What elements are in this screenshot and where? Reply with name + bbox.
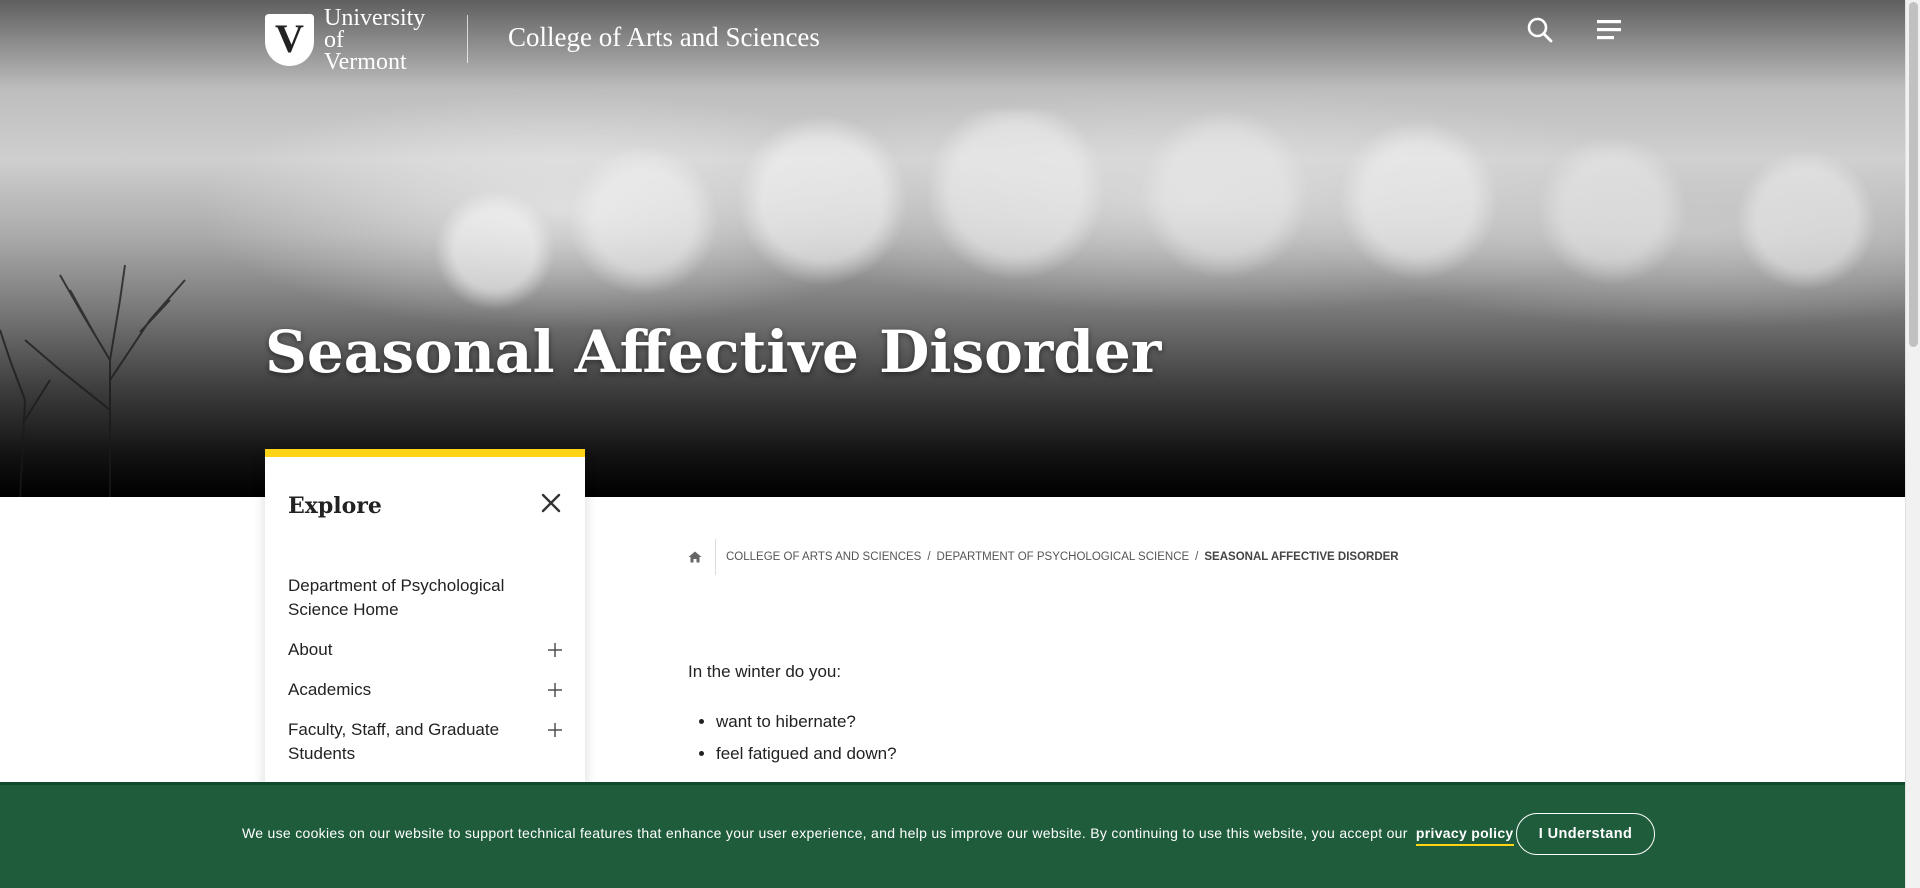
breadcrumb: COLLEGE OF ARTS AND SCIENCES / DEPARTMEN… [688, 538, 1399, 576]
explore-title: Explore [288, 493, 382, 519]
sidebar-item-label: About [288, 640, 333, 659]
scrollbar-thumb[interactable] [1909, 2, 1918, 347]
logo-letter: V [275, 16, 304, 61]
cookie-banner: We use cookies on our website to support… [0, 782, 1905, 888]
logo-wordmark: University of Vermont [323, 5, 430, 75]
site-header: V University of Vermont College of Arts … [0, 0, 1905, 74]
sidebar-item-about[interactable]: About [265, 638, 585, 662]
plus-icon[interactable] [547, 642, 563, 658]
header-divider [467, 15, 468, 63]
breadcrumb-item-current: SEASONAL AFFECTIVE DISORDER [1204, 551, 1399, 563]
sidebar-item-faculty-staff[interactable]: Faculty, Staff, and Graduate Students [265, 718, 585, 766]
list-item: want to hibernate? [716, 710, 897, 734]
breadcrumb-separator: / [927, 551, 931, 563]
plus-icon[interactable] [547, 722, 563, 738]
explore-close-button[interactable] [540, 492, 566, 518]
intro-text: In the winter do you: [688, 662, 842, 681]
sidebar-item-label: Faculty, Staff, and Graduate Students [288, 720, 500, 763]
sidebar-item-label: Department of Psychological Science Home [288, 576, 505, 619]
search-icon [1527, 17, 1553, 43]
menu-icon [1597, 20, 1621, 40]
plus-icon[interactable] [547, 682, 563, 698]
logo-shield-icon: V [265, 14, 314, 66]
bare-tree-graphic [0, 264, 186, 497]
logo-line-1: University [323, 5, 426, 31]
home-icon [688, 551, 702, 563]
logo-line-2: of Vermont [323, 27, 407, 75]
breadcrumb-home-link[interactable] [688, 539, 716, 575]
close-icon [541, 493, 561, 513]
menu-button[interactable] [1591, 12, 1627, 48]
symptom-list: want to hibernate? feel fatigued and dow… [688, 710, 897, 766]
breadcrumb-item-college[interactable]: COLLEGE OF ARTS AND SCIENCES [726, 551, 921, 563]
main-content: In the winter do you: want to hibernate?… [688, 660, 897, 774]
uvm-logo[interactable]: V University of Vermont [265, 6, 430, 74]
cookie-accept-button[interactable]: I Understand [1516, 813, 1655, 855]
search-button[interactable] [1522, 12, 1558, 48]
cookie-notice: We use cookies on our website to support… [242, 825, 1514, 846]
privacy-policy-link[interactable]: privacy policy [1415, 825, 1514, 846]
breadcrumb-separator: / [1195, 551, 1199, 563]
sidebar-item-label: Academics [288, 680, 372, 699]
hero-banner [0, 0, 1905, 497]
list-item: feel fatigued and down? [716, 742, 897, 766]
explore-nav-list: Department of Psychological Science Home… [265, 574, 585, 782]
cookie-notice-text: We use cookies on our website to support… [242, 825, 1408, 841]
breadcrumb-item-department[interactable]: DEPARTMENT OF PSYCHOLOGICAL SCIENCE [937, 551, 1190, 563]
college-title-link[interactable]: College of Arts and Sciences [508, 22, 820, 53]
sidebar-item-department-home[interactable]: Department of Psychological Science Home [265, 574, 585, 622]
hero-treeline [420, 110, 1905, 310]
page-title: Seasonal Affective Disorder [265, 318, 1162, 386]
page-scrollbar[interactable] [1905, 0, 1920, 888]
sidebar-item-academics[interactable]: Academics [265, 678, 585, 702]
